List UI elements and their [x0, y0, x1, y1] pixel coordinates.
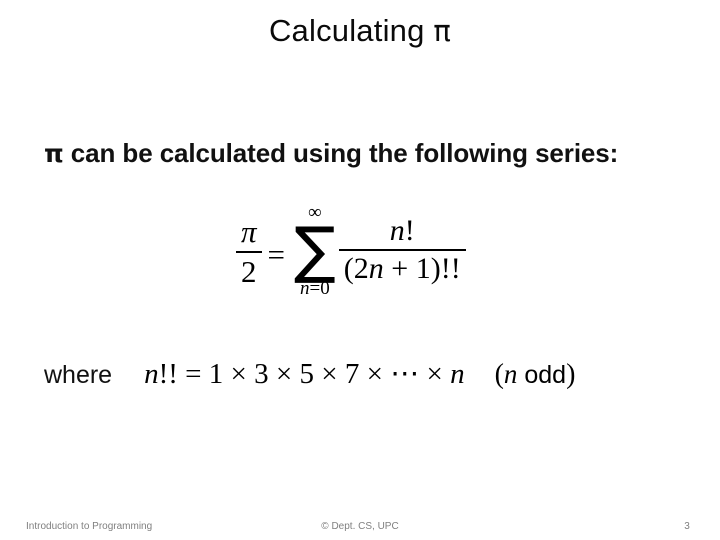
condition-word: odd — [517, 361, 567, 389]
denominator-coefficient: 2 — [353, 251, 369, 285]
page-title: Calculating π — [0, 10, 720, 52]
summation-index-variable: n — [300, 278, 310, 299]
definition-equals: = — [177, 358, 209, 390]
denominator-close-paren: ) — [430, 251, 441, 285]
slide-footer: Introduction to Programming © Dept. CS, … — [0, 516, 720, 540]
summation-index-start: 0 — [320, 278, 330, 299]
denominator-plus-sign: + — [383, 251, 416, 285]
summation-index-equals: = — [309, 278, 321, 299]
series-intro-text: can be calculated using the following se… — [63, 138, 619, 168]
odd-condition: (n odd) — [495, 358, 576, 391]
fraction-numerator: π — [241, 214, 257, 249]
page-title-text: Calculating — [268, 13, 434, 48]
equals-sign: = — [267, 237, 286, 272]
definition-double-factorial: !! — [158, 358, 178, 390]
term-numerator-factorial: ! — [404, 213, 415, 247]
where-clause: where n!! = 1 × 3 × 5 × 7 × ⋯ × n (n odd… — [44, 358, 575, 391]
term-numerator: n! — [385, 213, 420, 247]
definition-product-terms: 1 × 3 × 5 × 7 × ⋯ × — [208, 358, 451, 390]
pi-symbol: π — [44, 139, 64, 168]
slide-canvas: Calculating π π can be calculated using … — [0, 0, 720, 540]
fraction-denominator: 2 — [241, 254, 257, 289]
where-label: where — [44, 361, 113, 389]
definition-last-term: n — [450, 358, 465, 390]
summation-operator: ∞ ∑ n=0 — [294, 203, 336, 299]
definition-variable: n — [144, 358, 159, 390]
denominator-double-factorial: !! — [440, 251, 461, 285]
term-numerator-variable: n — [389, 213, 405, 247]
double-factorial-definition: n!! = 1 × 3 × 5 × 7 × ⋯ × n — [144, 358, 464, 390]
term-fraction-bar — [338, 248, 466, 251]
footer-copyright: © Dept. CS, UPC — [321, 521, 399, 532]
page-title-pi-symbol: π — [433, 14, 452, 48]
condition-open-paren: ( — [494, 359, 504, 390]
fraction-bar — [236, 251, 262, 253]
summation-lower-limit: n=0 — [300, 278, 330, 299]
condition-variable: n — [503, 359, 518, 389]
slide-number: 3 — [684, 521, 690, 532]
series-term-fraction: n! (2n + 1)!! — [338, 213, 466, 285]
pi-over-two-fraction: π 2 — [236, 216, 262, 287]
sigma-icon: ∑ — [294, 213, 336, 286]
denominator-one: 1 — [415, 251, 431, 285]
term-denominator: (2n + 1)!! — [339, 251, 466, 285]
series-equation: π 2 = ∞ ∑ n=0 n! (2n + 1)!! — [236, 203, 466, 299]
denominator-variable: n — [368, 251, 384, 285]
series-intro-line: π can be calculated using the following … — [44, 136, 618, 171]
denominator-open-paren: ( — [343, 251, 354, 285]
condition-close-paren: ) — [566, 359, 576, 390]
